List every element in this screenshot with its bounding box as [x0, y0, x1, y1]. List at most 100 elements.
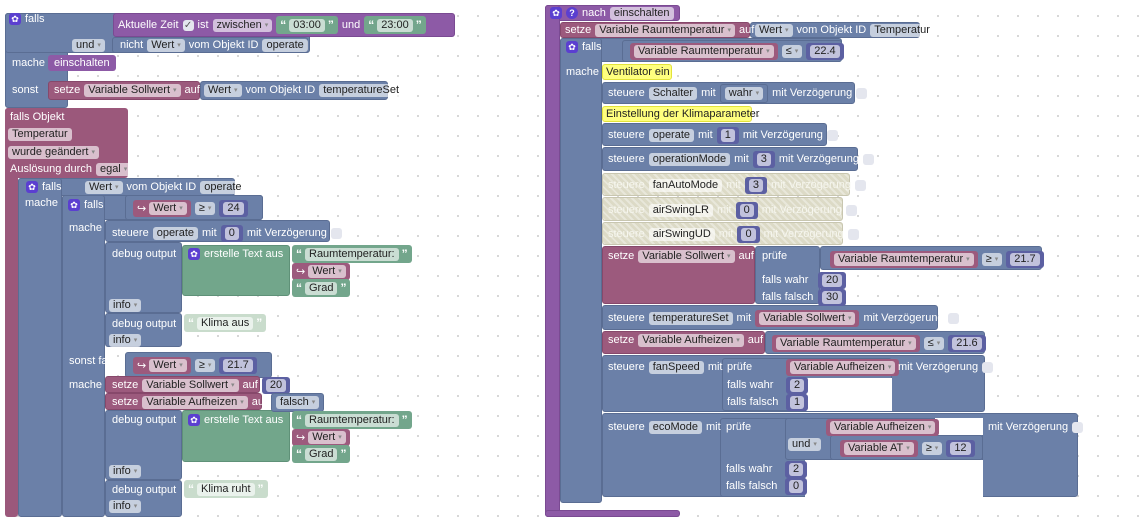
- checkbox[interactable]: [855, 179, 867, 191]
- gear-icon[interactable]: ✿: [26, 181, 38, 193]
- variable-block[interactable]: Variable AT ▾: [840, 439, 918, 457]
- dropdown[interactable]: info ▾: [109, 333, 142, 347]
- number-block[interactable]: 1: [716, 126, 739, 144]
- checkbox[interactable]: [982, 361, 994, 373]
- variable-dropdown[interactable]: Wert ▾: [149, 358, 187, 372]
- text-string-block[interactable]: “ Raumtemperatur: ”: [292, 411, 412, 429]
- number-field[interactable]: 1: [790, 395, 805, 409]
- dropdown[interactable]: zwischen ▾: [212, 18, 273, 32]
- dropdown[interactable]: Wert ▾: [204, 83, 242, 97]
- string-field[interactable]: Raumtemperatur:: [305, 247, 399, 261]
- number-block[interactable]: 22.4: [806, 42, 844, 60]
- number-field[interactable]: 12: [950, 441, 971, 455]
- checkbox[interactable]: [1072, 421, 1084, 433]
- dropdown[interactable]: ≥ ▾: [194, 358, 216, 372]
- text-field[interactable]: fanAutoMode: [648, 178, 723, 192]
- number-field[interactable]: 0: [789, 479, 804, 493]
- variable-dropdown[interactable]: Variable Raumtemperatur ▾: [834, 252, 974, 266]
- number-block[interactable]: 0: [220, 224, 243, 242]
- empty-area[interactable]: [805, 460, 983, 497]
- variable-dropdown[interactable]: Variable AT ▾: [844, 441, 914, 455]
- number-field[interactable]: 24: [223, 201, 244, 215]
- number-block[interactable]: 30: [818, 288, 847, 306]
- number-block[interactable]: 2: [786, 376, 809, 394]
- on-event-body[interactable]: [545, 5, 560, 517]
- number-block[interactable]: 0: [785, 477, 808, 495]
- gear-icon[interactable]: ✿: [68, 199, 80, 211]
- text-string-block[interactable]: “ Grad ”: [292, 445, 351, 463]
- text-field[interactable]: einschalten: [609, 6, 674, 20]
- checkbox[interactable]: [863, 153, 874, 165]
- number-field[interactable]: 20: [265, 378, 287, 392]
- number-field[interactable]: 1: [720, 128, 735, 142]
- number-field[interactable]: 0: [224, 226, 239, 240]
- checkbox[interactable]: [826, 129, 838, 141]
- variable-block[interactable]: ↪ Wert ▾: [133, 356, 191, 374]
- number-block[interactable]: 12: [946, 439, 975, 457]
- dropdown[interactable]: egal ▾: [95, 162, 132, 176]
- boolean-dropdown[interactable]: falsch ▾: [276, 395, 320, 409]
- dropdown[interactable]: Variable Raumtemperatur ▾: [595, 23, 735, 37]
- boolean-block[interactable]: falsch ▾: [271, 392, 325, 412]
- number-block[interactable]: 2: [785, 460, 808, 478]
- dropdown[interactable]: ≥ ▾: [921, 441, 943, 455]
- checkbox[interactable]: [845, 204, 857, 216]
- variable-dropdown[interactable]: Variable Aufheizen ▾: [830, 420, 936, 434]
- number-field[interactable]: 3: [756, 152, 771, 166]
- string-field[interactable]: Grad: [305, 281, 338, 295]
- checkbox[interactable]: [856, 87, 868, 99]
- variable-dropdown[interactable]: Variable Sollwert ▾: [759, 311, 856, 325]
- variable-block[interactable]: Variable Raumtemperatur ▾: [630, 42, 778, 60]
- boolean-dropdown[interactable]: wahr ▾: [724, 86, 764, 100]
- if-block-2-body[interactable]: [18, 178, 62, 517]
- text-field[interactable]: operationMode: [648, 152, 731, 166]
- number-field[interactable]: 0: [739, 203, 754, 217]
- number-field[interactable]: 22.4: [810, 44, 840, 58]
- text-string-block[interactable]: “ 23:00 ”: [364, 16, 426, 34]
- text-field[interactable]: operate: [152, 226, 199, 240]
- number-block[interactable]: 21.7: [1006, 250, 1044, 268]
- dropdown[interactable]: Wert ▾: [147, 38, 185, 52]
- empty-area[interactable]: [935, 418, 983, 435]
- variable-dropdown[interactable]: Wert ▾: [308, 430, 346, 444]
- text-string-block[interactable]: “ Raumtemperatur: ”: [292, 245, 412, 263]
- variable-dropdown[interactable]: Wert ▾: [308, 264, 346, 278]
- number-field[interactable]: 3: [748, 178, 763, 192]
- number-block[interactable]: 0: [735, 201, 758, 219]
- number-field[interactable]: 2: [790, 378, 805, 392]
- text-field[interactable]: temperatureSet: [319, 83, 404, 97]
- variable-block[interactable]: ↪ Wert ▾: [292, 262, 350, 280]
- variable-block[interactable]: Variable Raumtemperatur ▾: [830, 250, 978, 268]
- string-field[interactable]: 23:00: [377, 18, 413, 32]
- text-field[interactable]: temperatureSet: [648, 311, 733, 325]
- variable-block[interactable]: Variable Aufheizen ▾: [826, 418, 940, 436]
- dropdown[interactable]: ≤ ▾: [781, 44, 803, 58]
- dropdown[interactable]: und ▾: [788, 437, 821, 451]
- variable-block[interactable]: Variable Raumtemperatur ▾: [772, 334, 920, 352]
- checkbox[interactable]: [330, 227, 342, 239]
- number-field[interactable]: 21.6: [952, 336, 982, 350]
- text-field[interactable]: airSwingLR: [648, 203, 713, 217]
- text-field[interactable]: operate: [648, 128, 695, 142]
- number-block[interactable]: 24: [219, 199, 248, 217]
- text-field[interactable]: ecoMode: [648, 420, 702, 434]
- text-field[interactable]: Schalter: [648, 86, 698, 100]
- number-block[interactable]: 3: [744, 176, 767, 194]
- text-string-block[interactable]: “ 03:00 ”: [276, 16, 338, 34]
- if-block-body[interactable]: [560, 38, 602, 503]
- number-block[interactable]: 3: [752, 150, 775, 168]
- dropdown[interactable]: Variable Sollwert ▾: [638, 249, 735, 263]
- text-field[interactable]: fanSpeed: [648, 360, 704, 374]
- boolean-block[interactable]: wahr ▾: [719, 83, 769, 103]
- dropdown[interactable]: info ▾: [109, 499, 142, 513]
- dropdown[interactable]: Variable Aufheizen ▾: [142, 395, 248, 409]
- number-field[interactable]: 2: [789, 462, 804, 476]
- number-block[interactable]: 20: [261, 376, 291, 394]
- dropdown[interactable]: Variable Aufheizen ▾: [638, 333, 744, 347]
- checkbox[interactable]: [947, 312, 959, 324]
- number-block[interactable]: 21.7: [219, 356, 257, 374]
- checkbox[interactable]: [847, 228, 859, 240]
- checkbox[interactable]: ✓: [182, 19, 194, 31]
- number-field[interactable]: 21.7: [1010, 252, 1040, 266]
- variable-block[interactable]: Variable Sollwert ▾: [755, 309, 860, 327]
